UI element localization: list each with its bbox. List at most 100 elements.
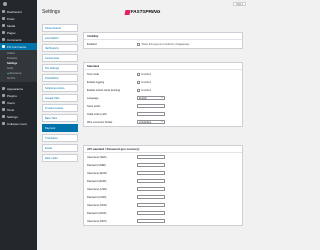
standard-row: Language English ▼ (84, 94, 242, 102)
sidebar-item-after-1[interactable]: Plugins (0, 92, 37, 99)
collapse-icon (2, 122, 5, 125)
comment-icon (2, 38, 5, 41)
tab-11[interactable]: Translation (42, 134, 78, 142)
select-field[interactable]: English ▼ (137, 95, 165, 101)
help-tab[interactable]: Help ▾ (233, 2, 246, 6)
sidebar-item-after-0[interactable]: Appearance (0, 85, 37, 92)
enabled-checkbox[interactable] (137, 80, 140, 84)
sidebar-item-label: Pages (7, 30, 16, 35)
commerce-submenu: Orders Products Settings Tools Ecomerce Go Pr… (0, 50, 37, 82)
api-credential-input[interactable] (137, 162, 165, 168)
top-bar: Help ▾ (37, 0, 250, 8)
tab-8[interactable]: Trusted reviews (42, 104, 78, 112)
cart-icon (2, 45, 5, 48)
api-row: Username (DKK) (84, 217, 242, 225)
sidebar-item-label: Settings (7, 114, 18, 119)
fastspring-logo: FASTSPRING (124, 9, 160, 15)
users-icon (2, 101, 5, 104)
submenu-item[interactable]: Go Pro (0, 76, 37, 81)
sidebar-item-label: Dashboard (7, 9, 22, 14)
dashboard-icon (2, 10, 5, 13)
page-icon (2, 31, 5, 34)
sidebar-item-after-2[interactable]: Users (0, 99, 37, 106)
api-row: Password (USD) (84, 193, 242, 201)
enabled-checkbox[interactable] (137, 42, 140, 46)
tab-7[interactable]: Google Tabs (42, 94, 78, 102)
api-credential-input[interactable] (137, 178, 165, 184)
api-credential-input[interactable] (137, 154, 165, 160)
tab-1[interactable]: Accordation (42, 34, 78, 42)
text-input-field[interactable] (137, 103, 165, 109)
field-label: Initial order prefix (87, 112, 107, 116)
standard-row: Store prefix (84, 102, 242, 110)
api-credential-input[interactable] (137, 218, 165, 224)
tab-5[interactable]: PrestaShop (42, 74, 78, 82)
sidebar-item-label: Comments (7, 37, 22, 42)
sidebar-item-label: Tools (7, 107, 15, 112)
api-row: Password (NOK) (84, 209, 242, 217)
chevron-down-icon: ▼ (161, 97, 163, 99)
sidebar-item-3[interactable]: Pages (0, 29, 37, 36)
tab-6[interactable]: Scriptures Actors (42, 84, 78, 92)
select-value: protokolling (139, 120, 152, 124)
standard-row: Initial order prefix (84, 110, 242, 118)
api-row: Username (SEK) (84, 153, 242, 161)
enabled-checkbox[interactable] (137, 88, 140, 92)
sidebar-item-0[interactable]: Dashboard (0, 8, 37, 15)
api-credential-input[interactable] (137, 194, 165, 200)
pin-icon (2, 17, 5, 20)
text-input-field[interactable] (137, 111, 165, 117)
api-field-label: Password (NOK) (87, 211, 107, 215)
sidebar-item-label: Appearance (7, 86, 24, 91)
sidebar-item-after-3[interactable]: Tools (0, 106, 37, 113)
standard-row: Enable stored cards (testing) Enabled (84, 86, 242, 94)
tab-12[interactable]: Extras (42, 144, 78, 152)
sidebar-item-2[interactable]: Media (0, 22, 37, 29)
sidebar-item-label: Users (7, 100, 15, 105)
sidebar-item-4[interactable]: Comments (0, 36, 37, 43)
api-title: API standard / Password (per currency) (84, 146, 242, 153)
field-label: Enable logging (87, 80, 105, 84)
api-field-label: Password (SEK) (87, 163, 107, 167)
wp-logo-area[interactable] (0, 0, 37, 8)
brush-icon (2, 87, 5, 90)
wordpress-logo-icon[interactable] (3, 2, 7, 6)
visibility-title: Visibility (84, 33, 242, 40)
standard-panel: Standard Test modeEnabledEnable loggingE… (83, 62, 243, 127)
checkbox-text: Enabled (141, 72, 152, 76)
select-field[interactable]: protokolling ▼ (137, 119, 165, 125)
sidebar-item-label: Collapse menu (7, 121, 28, 126)
tab-9[interactable]: Base Tabs (42, 114, 78, 122)
field-label: Store prefix (87, 104, 101, 108)
tab-13[interactable]: Dark mode (42, 154, 78, 162)
api-credential-input[interactable] (137, 202, 165, 208)
api-credential-input[interactable] (137, 170, 165, 176)
api-row: Password (EUR) (84, 177, 242, 185)
sidebar-item-1[interactable]: Posts (0, 15, 37, 22)
api-field-label: Username (SEK) (87, 155, 107, 159)
admin-sidebar: Dashboard Posts Media Pages Comments FS Comme… (0, 0, 37, 250)
sidebar-item-after-4[interactable]: Settings (0, 113, 37, 120)
api-field-label: Username (EUR) (87, 171, 107, 175)
api-credential-input[interactable] (137, 210, 165, 216)
standard-row: Enable logging Enabled (84, 78, 242, 86)
tab-2[interactable]: Vat Registry (42, 44, 78, 52)
api-row: Username (NOK) (84, 201, 242, 209)
tab-0[interactable]: Stripe Default (42, 24, 78, 32)
settings-tabs: Stripe Default Accordation Vat Registry Ama… (42, 24, 78, 162)
tab-4[interactable]: Tax Settings (42, 64, 78, 72)
api-field-label: Username (NOK) (87, 203, 108, 207)
select-value: English (139, 96, 147, 100)
standard-row: Wire connector bitrate protokolling ▼ (84, 118, 242, 126)
checkbox-text: Enabled (141, 80, 152, 84)
api-credential-input[interactable] (137, 186, 165, 192)
tab-3[interactable]: Amazonaws (42, 54, 78, 62)
enabled-checkbox[interactable] (137, 72, 140, 76)
wrench-icon (2, 108, 5, 111)
sidebar-item-after-5[interactable]: Collapse menu (0, 120, 37, 127)
tab-10[interactable]: Payment (42, 124, 78, 132)
sidebar-item-5[interactable]: FS Commerce (0, 43, 37, 50)
enabled-label: Enabled (87, 42, 97, 46)
api-row: Username (EUR) (84, 169, 242, 177)
enabled-description: Show this payment method in fsdgateway (141, 42, 190, 46)
